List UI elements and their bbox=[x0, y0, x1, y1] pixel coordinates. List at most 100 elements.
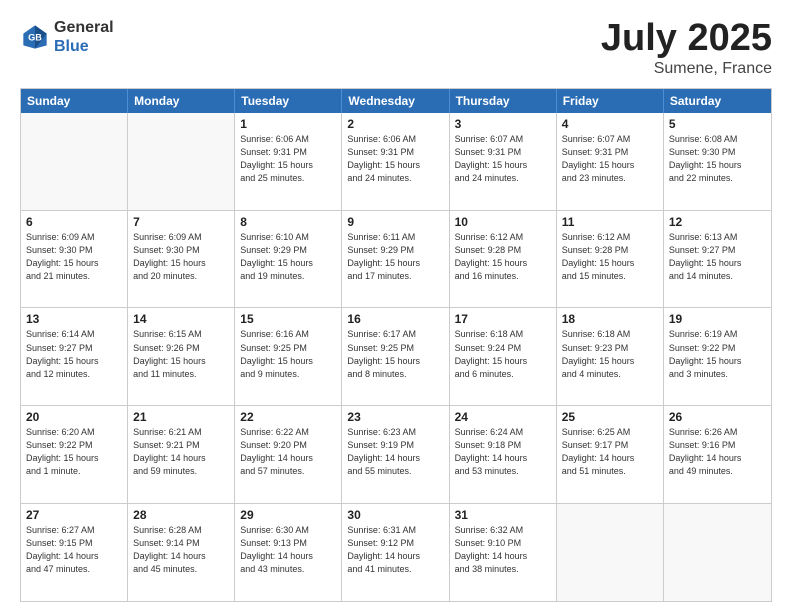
cal-cell-w2-d2: 7Sunrise: 6:09 AM Sunset: 9:30 PM Daylig… bbox=[128, 211, 235, 308]
cal-cell-w3-d4: 16Sunrise: 6:17 AM Sunset: 9:25 PM Dayli… bbox=[342, 308, 449, 405]
cal-cell-w5-d2: 28 Sunrise: 6:28 AM Sunset: 9:14 PM Dayli… bbox=[128, 504, 235, 601]
cell-info: Sunrise: 6:06 AM Sunset: 9:31 PM Dayligh… bbox=[240, 133, 336, 185]
cell-info: Sunrise: 6:14 AM Sunset: 9:27 PM Dayligh… bbox=[26, 328, 122, 380]
cell-info: Sunrise: 6:06 AM Sunset: 9:31 PM Dayligh… bbox=[347, 133, 443, 185]
header-tuesday: Tuesday bbox=[235, 89, 342, 113]
cal-cell-w2-d3: 8Sunrise: 6:10 AM Sunset: 9:29 PM Daylig… bbox=[235, 211, 342, 308]
day-number: 31 bbox=[455, 508, 551, 522]
cal-cell-w2-d4: 9 Sunrise: 6:11 AM Sunset: 9:29 PM Daylig… bbox=[342, 211, 449, 308]
day-number: 7 bbox=[133, 215, 229, 229]
calendar-week-2: 6 Sunrise: 6:09 AM Sunset: 9:30 PM Daylig… bbox=[21, 210, 771, 308]
day-number: 11 bbox=[562, 215, 658, 229]
calendar-week-5: 27 Sunrise: 6:27 AM Sunset: 9:15 PM Dayli… bbox=[21, 503, 771, 601]
cal-cell-w4-d4: 23Sunrise: 6:23 AM Sunset: 9:19 PM Dayli… bbox=[342, 406, 449, 503]
day-number: 14 bbox=[133, 312, 229, 326]
cell-info: Sunrise: 6:09 AM Sunset: 9:30 PM Dayligh… bbox=[26, 231, 122, 283]
cell-info: Sunrise: 6:31 AM Sunset: 9:12 PM Dayligh… bbox=[347, 524, 443, 576]
day-number: 4 bbox=[562, 117, 658, 131]
cal-cell-w1-d3: 1 Sunrise: 6:06 AM Sunset: 9:31 PM Daylig… bbox=[235, 113, 342, 210]
day-number: 12 bbox=[669, 215, 766, 229]
day-number: 22 bbox=[240, 410, 336, 424]
logo-text: General Blue bbox=[54, 18, 114, 56]
title-month: July 2025 bbox=[601, 18, 772, 60]
cal-cell-w2-d1: 6 Sunrise: 6:09 AM Sunset: 9:30 PM Daylig… bbox=[21, 211, 128, 308]
cal-cell-w3-d6: 18 Sunrise: 6:18 AM Sunset: 9:23 PM Dayli… bbox=[557, 308, 664, 405]
cal-cell-w4-d1: 20 Sunrise: 6:20 AM Sunset: 9:22 PM Dayli… bbox=[21, 406, 128, 503]
cell-info: Sunrise: 6:25 AM Sunset: 9:17 PM Dayligh… bbox=[562, 426, 658, 478]
cal-cell-w1-d2 bbox=[128, 113, 235, 210]
cell-info: Sunrise: 6:19 AM Sunset: 9:22 PM Dayligh… bbox=[669, 328, 766, 380]
day-number: 6 bbox=[26, 215, 122, 229]
cell-info: Sunrise: 6:08 AM Sunset: 9:30 PM Dayligh… bbox=[669, 133, 766, 185]
cal-cell-w1-d1 bbox=[21, 113, 128, 210]
cell-info: Sunrise: 6:17 AM Sunset: 9:25 PM Dayligh… bbox=[347, 328, 443, 380]
calendar-week-3: 13Sunrise: 6:14 AM Sunset: 9:27 PM Dayli… bbox=[21, 307, 771, 405]
cal-cell-w4-d6: 25 Sunrise: 6:25 AM Sunset: 9:17 PM Dayli… bbox=[557, 406, 664, 503]
calendar-week-4: 20 Sunrise: 6:20 AM Sunset: 9:22 PM Dayli… bbox=[21, 405, 771, 503]
cell-info: Sunrise: 6:20 AM Sunset: 9:22 PM Dayligh… bbox=[26, 426, 122, 478]
logo: GB General Blue bbox=[20, 18, 114, 56]
cell-info: Sunrise: 6:30 AM Sunset: 9:13 PM Dayligh… bbox=[240, 524, 336, 576]
cal-cell-w5-d4: 30 Sunrise: 6:31 AM Sunset: 9:12 PM Dayli… bbox=[342, 504, 449, 601]
cell-info: Sunrise: 6:24 AM Sunset: 9:18 PM Dayligh… bbox=[455, 426, 551, 478]
day-number: 17 bbox=[455, 312, 551, 326]
cell-info: Sunrise: 6:23 AM Sunset: 9:19 PM Dayligh… bbox=[347, 426, 443, 478]
cell-info: Sunrise: 6:28 AM Sunset: 9:14 PM Dayligh… bbox=[133, 524, 229, 576]
cal-cell-w3-d5: 17 Sunrise: 6:18 AM Sunset: 9:24 PM Dayli… bbox=[450, 308, 557, 405]
cal-cell-w2-d7: 12Sunrise: 6:13 AM Sunset: 9:27 PM Dayli… bbox=[664, 211, 771, 308]
day-number: 9 bbox=[347, 215, 443, 229]
cell-info: Sunrise: 6:12 AM Sunset: 9:28 PM Dayligh… bbox=[562, 231, 658, 283]
logo-blue: Blue bbox=[54, 38, 89, 55]
cell-info: Sunrise: 6:21 AM Sunset: 9:21 PM Dayligh… bbox=[133, 426, 229, 478]
cal-cell-w3-d1: 13Sunrise: 6:14 AM Sunset: 9:27 PM Dayli… bbox=[21, 308, 128, 405]
header-sunday: Sunday bbox=[21, 89, 128, 113]
day-number: 2 bbox=[347, 117, 443, 131]
cell-info: Sunrise: 6:26 AM Sunset: 9:16 PM Dayligh… bbox=[669, 426, 766, 478]
cal-cell-w5-d3: 29 Sunrise: 6:30 AM Sunset: 9:13 PM Dayli… bbox=[235, 504, 342, 601]
header-saturday: Saturday bbox=[664, 89, 771, 113]
cal-cell-w2-d5: 10Sunrise: 6:12 AM Sunset: 9:28 PM Dayli… bbox=[450, 211, 557, 308]
cal-cell-w5-d7 bbox=[664, 504, 771, 601]
cell-info: Sunrise: 6:18 AM Sunset: 9:24 PM Dayligh… bbox=[455, 328, 551, 380]
cal-cell-w5-d1: 27 Sunrise: 6:27 AM Sunset: 9:15 PM Dayli… bbox=[21, 504, 128, 601]
page: GB General Blue July 2025 Sumene, France… bbox=[0, 0, 792, 612]
day-number: 27 bbox=[26, 508, 122, 522]
header-monday: Monday bbox=[128, 89, 235, 113]
cal-cell-w1-d6: 4 Sunrise: 6:07 AM Sunset: 9:31 PM Daylig… bbox=[557, 113, 664, 210]
logo-general: General bbox=[54, 19, 114, 36]
cal-cell-w1-d5: 3Sunrise: 6:07 AM Sunset: 9:31 PM Daylig… bbox=[450, 113, 557, 210]
day-number: 28 bbox=[133, 508, 229, 522]
cal-cell-w4-d2: 21 Sunrise: 6:21 AM Sunset: 9:21 PM Dayli… bbox=[128, 406, 235, 503]
calendar-week-1: 1 Sunrise: 6:06 AM Sunset: 9:31 PM Daylig… bbox=[21, 113, 771, 210]
day-number: 1 bbox=[240, 117, 336, 131]
cal-cell-w4-d5: 24 Sunrise: 6:24 AM Sunset: 9:18 PM Dayli… bbox=[450, 406, 557, 503]
day-number: 20 bbox=[26, 410, 122, 424]
cell-info: Sunrise: 6:12 AM Sunset: 9:28 PM Dayligh… bbox=[455, 231, 551, 283]
header-friday: Friday bbox=[557, 89, 664, 113]
cell-info: Sunrise: 6:11 AM Sunset: 9:29 PM Dayligh… bbox=[347, 231, 443, 283]
day-number: 21 bbox=[133, 410, 229, 424]
cell-info: Sunrise: 6:07 AM Sunset: 9:31 PM Dayligh… bbox=[455, 133, 551, 185]
day-number: 15 bbox=[240, 312, 336, 326]
cal-cell-w1-d7: 5Sunrise: 6:08 AM Sunset: 9:30 PM Daylig… bbox=[664, 113, 771, 210]
cell-info: Sunrise: 6:27 AM Sunset: 9:15 PM Dayligh… bbox=[26, 524, 122, 576]
cell-info: Sunrise: 6:18 AM Sunset: 9:23 PM Dayligh… bbox=[562, 328, 658, 380]
svg-text:GB: GB bbox=[28, 33, 42, 43]
cal-cell-w1-d4: 2 Sunrise: 6:06 AM Sunset: 9:31 PM Daylig… bbox=[342, 113, 449, 210]
day-number: 24 bbox=[455, 410, 551, 424]
day-number: 29 bbox=[240, 508, 336, 522]
day-number: 26 bbox=[669, 410, 766, 424]
calendar-header: Sunday Monday Tuesday Wednesday Thursday… bbox=[21, 89, 771, 113]
logo-icon: GB bbox=[20, 22, 50, 52]
calendar-body: 1 Sunrise: 6:06 AM Sunset: 9:31 PM Daylig… bbox=[21, 113, 771, 601]
header: GB General Blue July 2025 Sumene, France bbox=[20, 18, 772, 78]
cal-cell-w2-d6: 11 Sunrise: 6:12 AM Sunset: 9:28 PM Dayli… bbox=[557, 211, 664, 308]
day-number: 30 bbox=[347, 508, 443, 522]
day-number: 18 bbox=[562, 312, 658, 326]
cal-cell-w4-d7: 26 Sunrise: 6:26 AM Sunset: 9:16 PM Dayli… bbox=[664, 406, 771, 503]
header-thursday: Thursday bbox=[450, 89, 557, 113]
cell-info: Sunrise: 6:32 AM Sunset: 9:10 PM Dayligh… bbox=[455, 524, 551, 576]
day-number: 25 bbox=[562, 410, 658, 424]
day-number: 19 bbox=[669, 312, 766, 326]
cell-info: Sunrise: 6:07 AM Sunset: 9:31 PM Dayligh… bbox=[562, 133, 658, 185]
